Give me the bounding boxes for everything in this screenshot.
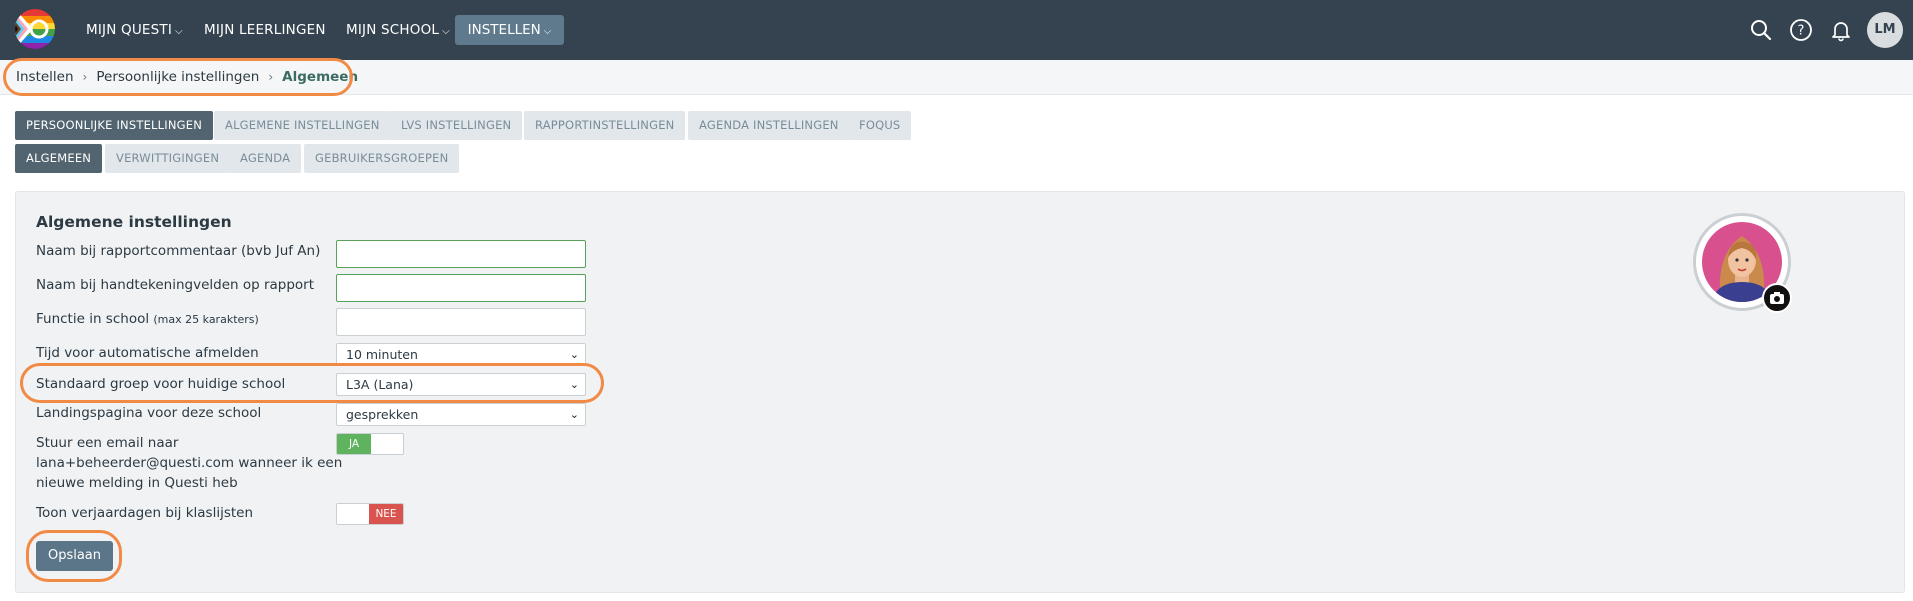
chevron-down-icon: ⌵: [175, 26, 183, 37]
questi-logo-icon[interactable]: [15, 9, 55, 49]
tab-gebruikersgroepen[interactable]: GEBRUIKERSGROEPEN: [304, 144, 460, 173]
user-avatar[interactable]: LM: [1867, 12, 1903, 48]
label-landing-page: Landingspagina voor deze school: [36, 405, 262, 421]
nav-mijn-questi[interactable]: MIJN QUESTI ⌵: [86, 0, 183, 60]
label-name-report: Naam bij rapportcommentaar (bvb Juf An): [36, 243, 321, 259]
nav-instellen[interactable]: INSTELLEN ⌵: [455, 15, 564, 45]
label-auto-logout: Tijd voor automatische afmelden: [36, 345, 259, 361]
tab-lvs-instellingen[interactable]: LVS INSTELLINGEN: [390, 111, 523, 140]
function-input[interactable]: [336, 308, 586, 336]
tab-algemeen[interactable]: ALGEMEEN: [15, 144, 103, 173]
tab-agenda[interactable]: AGENDA: [229, 144, 302, 173]
email-notify-toggle[interactable]: JA: [336, 433, 404, 455]
toggle-off-label: NEE: [369, 504, 403, 524]
landing-page-select[interactable]: gesprekken ⌄: [336, 403, 586, 426]
highlight-default-group: [20, 363, 604, 403]
label-name-signature: Naam bij handtekeningvelden op rapport: [36, 277, 315, 293]
bell-icon[interactable]: [1829, 18, 1853, 42]
name-report-input[interactable]: [336, 240, 586, 268]
toggle-on-label: JA: [337, 434, 371, 454]
highlight-breadcrumb: [3, 58, 353, 96]
tab-algemene-instellingen[interactable]: ALGEMENE INSTELLINGEN: [214, 111, 391, 140]
chevron-down-icon: ⌄: [569, 408, 579, 421]
label-function-hint: (max 25 karakters): [153, 313, 259, 326]
tab-agenda-instellingen[interactable]: AGENDA INSTELLINGEN: [688, 111, 850, 140]
svg-text:?: ?: [1798, 24, 1805, 39]
label-function: Functie in school (max 25 karakters): [36, 311, 259, 327]
help-icon[interactable]: ?: [1789, 18, 1813, 42]
label-show-birthdays: Toon verjaardagen bij klaslijsten: [36, 505, 254, 521]
chevron-down-icon: ⌵: [543, 26, 552, 37]
section-title: Algemene instellingen: [36, 213, 232, 231]
search-icon[interactable]: [1749, 18, 1773, 42]
tab-verwittigingen[interactable]: VERWITTIGINGEN: [105, 144, 231, 173]
highlight-save-button: [26, 530, 122, 582]
tab-rapportinstellingen[interactable]: RAPPORTINSTELLINGEN: [524, 111, 686, 140]
nav-mijn-school[interactable]: MIJN SCHOOL ⌵: [346, 0, 450, 60]
show-birthdays-toggle[interactable]: NEE: [336, 503, 404, 525]
chevron-down-icon: ⌄: [569, 348, 579, 361]
top-navbar: MIJN QUESTI ⌵ MIJN LEERLINGEN MIJN SCHOOL…: [0, 0, 1913, 60]
tab-foqus[interactable]: FOQUS: [848, 111, 912, 140]
name-signature-input[interactable]: [336, 274, 586, 302]
chevron-down-icon: ⌵: [442, 26, 450, 37]
camera-icon[interactable]: [1762, 283, 1792, 313]
label-email-notify: Stuur een email naar lana+beheerder@ques…: [36, 435, 343, 491]
tab-persoonlijke-instellingen[interactable]: PERSOONLIJKE INSTELLINGEN: [15, 111, 214, 140]
nav-mijn-leerlingen[interactable]: MIJN LEERLINGEN: [204, 0, 326, 60]
